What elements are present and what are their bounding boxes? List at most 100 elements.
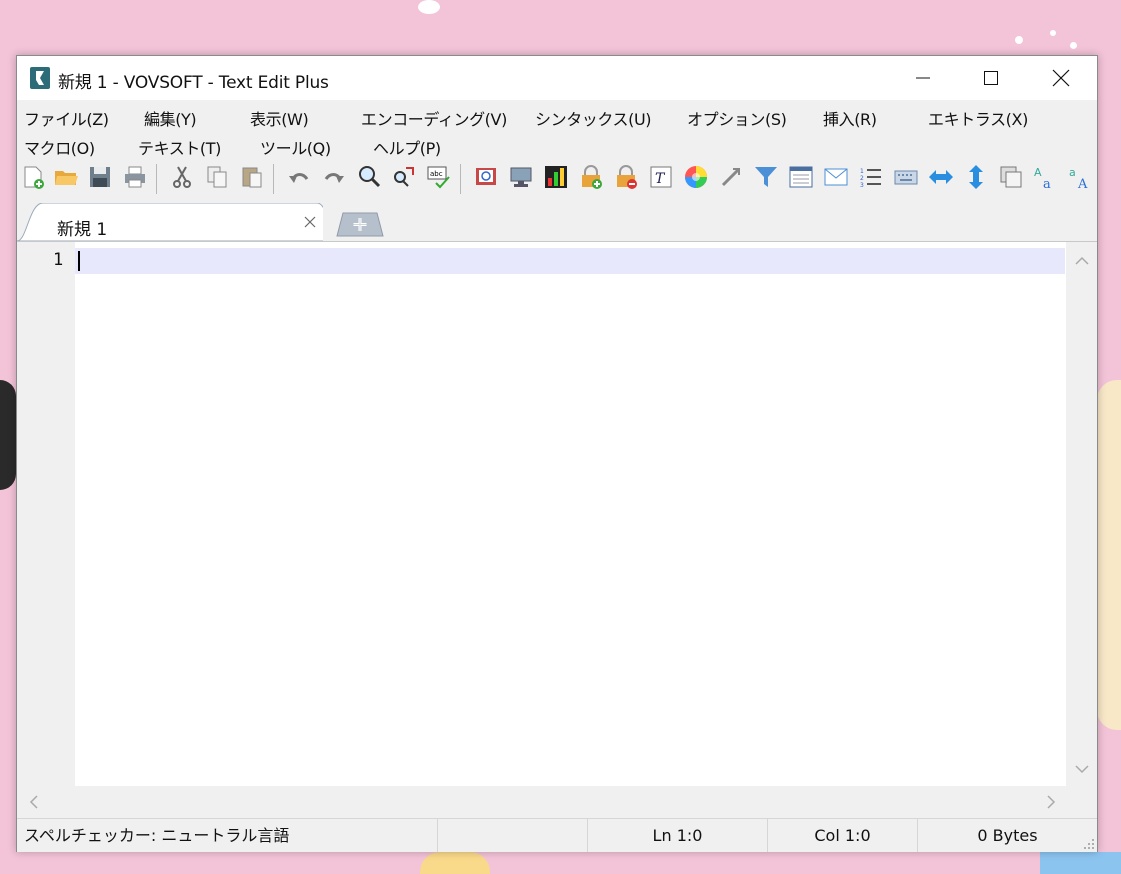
status-line-cell: Ln 1:0	[588, 819, 768, 852]
svg-text:A: A	[1077, 177, 1088, 190]
tab-close-icon[interactable]	[303, 215, 317, 229]
find-icon[interactable]	[356, 164, 382, 190]
svg-text:abc: abc	[430, 170, 443, 178]
new-tab-button[interactable]	[335, 211, 385, 237]
window-title: 新規 1 - VOVSOFT - Text Edit Plus	[58, 73, 329, 93]
status-spellcheck-cell: スペルチェッカー: ニュートラル言語	[17, 819, 438, 852]
status-col: Col 1:0	[814, 826, 871, 845]
undo-icon[interactable]	[286, 164, 312, 190]
status-line: Ln 1:0	[652, 826, 703, 845]
menu-insert[interactable]: 挿入(R)	[823, 106, 877, 130]
wallpaper-decoration	[1015, 36, 1023, 44]
close-button[interactable]	[1027, 56, 1095, 100]
menu-options[interactable]: オプション(S)	[687, 106, 787, 130]
svg-text:3: 3	[860, 182, 864, 189]
translate-icon[interactable]: Aa	[1033, 164, 1059, 190]
toolbar-separator	[156, 164, 157, 194]
maximize-icon	[984, 71, 998, 85]
menu-macro[interactable]: マクロ(O)	[24, 135, 95, 159]
minimize-icon	[916, 77, 930, 79]
book-icon[interactable]	[473, 164, 499, 190]
toolbar-separator	[460, 164, 461, 194]
scroll-right-icon[interactable]	[1046, 795, 1056, 809]
scroll-left-icon[interactable]	[29, 795, 39, 809]
new-file-icon[interactable]	[20, 164, 46, 190]
menu-view[interactable]: 表示(W)	[250, 106, 309, 130]
mail-icon[interactable]	[823, 164, 849, 190]
status-size-cell: 0 Bytes	[918, 819, 1097, 852]
status-empty-cell	[438, 819, 588, 852]
link-icon[interactable]	[718, 164, 744, 190]
status-size: 0 Bytes	[977, 826, 1038, 845]
wallpaper-decoration	[1050, 30, 1056, 36]
toolbar: abc T 123 Aa aA	[17, 160, 1097, 198]
wallpaper-decoration	[1097, 380, 1121, 730]
chart-icon[interactable]	[543, 164, 569, 190]
close-icon	[1052, 69, 1070, 87]
svg-text:1: 1	[860, 168, 864, 175]
lock-add-icon[interactable]	[578, 164, 604, 190]
duplicate-icon[interactable]	[998, 164, 1024, 190]
minimize-button[interactable]	[889, 56, 957, 100]
current-line-highlight	[75, 248, 1065, 274]
print-icon[interactable]	[122, 164, 148, 190]
translate-alt-icon[interactable]: aA	[1068, 164, 1094, 190]
menu-encoding[interactable]: エンコーディング(V)	[361, 106, 507, 130]
filter-icon[interactable]	[753, 164, 779, 190]
toolbar-separator	[273, 164, 274, 194]
spellcheck-icon[interactable]: abc	[426, 164, 452, 190]
text-caret	[78, 251, 80, 271]
wallpaper-decoration	[420, 852, 490, 874]
line-number-gutter: 1	[17, 242, 75, 786]
color-wheel-icon[interactable]	[683, 164, 709, 190]
font-icon[interactable]: T	[648, 164, 674, 190]
menu-syntax[interactable]: シンタックス(U)	[535, 106, 652, 130]
window-icon[interactable]	[788, 164, 814, 190]
tab-label: 新規 1	[57, 220, 108, 240]
wallpaper-decoration	[0, 380, 16, 490]
scroll-down-icon[interactable]	[1075, 764, 1089, 774]
menu-edit[interactable]: 編集(Y)	[144, 106, 197, 130]
wallpaper-decoration	[418, 0, 440, 14]
menu-help[interactable]: ヘルプ(P)	[373, 135, 441, 159]
menu-file[interactable]: ファイル(Z)	[24, 106, 109, 130]
status-bar: スペルチェッカー: ニュートラル言語 Ln 1:0 Col 1:0 0 Byte…	[17, 818, 1097, 852]
list-icon[interactable]: 123	[858, 164, 884, 190]
lock-remove-icon[interactable]	[613, 164, 639, 190]
replace-icon[interactable]	[391, 164, 417, 190]
cut-icon[interactable]	[169, 164, 195, 190]
maximize-button[interactable]	[957, 56, 1025, 100]
app-logo-icon	[30, 67, 50, 89]
keyboard-icon[interactable]	[893, 164, 919, 190]
wallpaper-decoration	[1040, 852, 1121, 874]
svg-text:a: a	[1069, 166, 1076, 179]
redo-icon[interactable]	[321, 164, 347, 190]
status-col-cell: Col 1:0	[768, 819, 918, 852]
wallpaper-decoration	[1070, 42, 1077, 49]
resize-grip-icon[interactable]	[1083, 838, 1095, 850]
tab-document[interactable]: 新規 1	[17, 203, 331, 241]
open-folder-icon[interactable]	[53, 164, 79, 190]
horizontal-arrows-icon[interactable]	[928, 164, 954, 190]
menu-tools[interactable]: ツール(Q)	[260, 135, 331, 159]
svg-text:A: A	[1034, 166, 1042, 179]
menu-extras[interactable]: エキトラス(X)	[928, 106, 1028, 130]
app-window: 新規 1 - VOVSOFT - Text Edit Plus ファイル(Z) …	[16, 55, 1098, 852]
editor-area[interactable]: 1	[17, 242, 1097, 786]
horizontal-scrollbar[interactable]	[17, 786, 1097, 816]
svg-text:a: a	[1043, 177, 1051, 190]
menu-bar: ファイル(Z) 編集(Y) 表示(W) エンコーディング(V) シンタックス(U…	[17, 100, 1097, 158]
title-bar[interactable]: 新規 1 - VOVSOFT - Text Edit Plus	[17, 56, 1097, 100]
menu-text[interactable]: テキスト(T)	[138, 135, 221, 159]
vertical-scrollbar[interactable]	[1066, 242, 1097, 786]
tab-strip: 新規 1	[17, 199, 1097, 242]
vertical-arrows-icon[interactable]	[963, 164, 989, 190]
paste-icon[interactable]	[239, 164, 265, 190]
status-spellcheck: スペルチェッカー: ニュートラル言語	[24, 826, 290, 845]
save-icon[interactable]	[87, 164, 113, 190]
line-number: 1	[53, 250, 64, 270]
copy-icon[interactable]	[204, 164, 230, 190]
monitor-icon[interactable]	[508, 164, 534, 190]
svg-text:2: 2	[860, 175, 864, 182]
scroll-up-icon[interactable]	[1075, 256, 1089, 266]
